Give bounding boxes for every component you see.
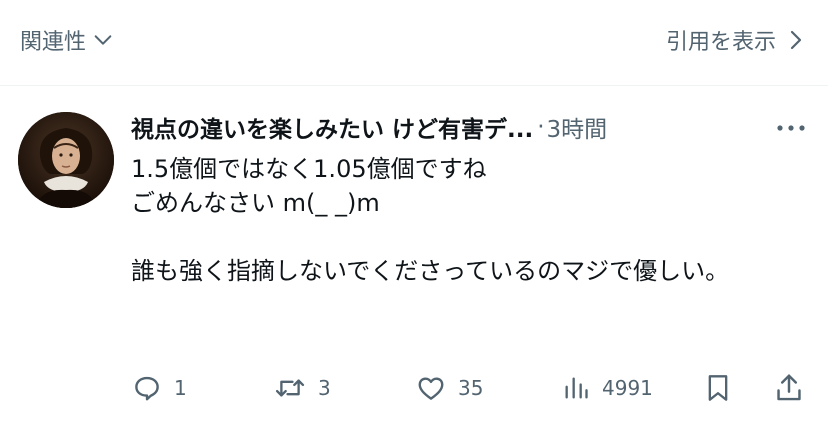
chevron-right-icon <box>790 30 802 50</box>
views-button[interactable]: 4991 <box>562 368 653 408</box>
tweet-actions: 1 3 35 4991 <box>0 368 828 408</box>
reply-count: 1 <box>174 376 187 400</box>
header-separator: · <box>537 114 545 140</box>
view-quotes-label: 引用を表示 <box>665 30 776 55</box>
sort-label: 関連性 <box>20 30 87 55</box>
more-dots-icon <box>777 125 805 131</box>
share-button[interactable] <box>774 368 804 408</box>
bookmark-icon <box>708 375 728 401</box>
like-button[interactable]: 35 <box>416 368 483 408</box>
tweet-text: 1.5億個ではなく1.05億個ですね ごめんなさい m(_ _)m 誰も強く指摘… <box>131 155 730 285</box>
tweet-header: 視点の違いを楽しみたい けど有害デ... · 3時間 <box>131 108 811 146</box>
bookmark-button[interactable] <box>704 368 732 408</box>
chevron-down-icon <box>94 35 112 45</box>
sort-relevance-dropdown[interactable]: 関連性 <box>20 22 114 58</box>
avatar[interactable] <box>18 112 114 208</box>
views-chart-icon <box>565 377 588 399</box>
retweet-count: 3 <box>318 376 331 400</box>
heart-icon <box>418 377 444 400</box>
display-name[interactable]: 視点の違いを楽しみたい けど有害デ... <box>131 110 533 144</box>
retweet-button[interactable]: 3 <box>274 368 331 408</box>
view-quotes-link[interactable]: 引用を表示 <box>666 22 806 58</box>
tweet-timestamp[interactable]: 3時間 <box>547 110 608 144</box>
top-bar: 関連性 引用を表示 <box>0 0 828 86</box>
share-icon <box>777 374 801 401</box>
portrait-avatar-image <box>18 112 114 208</box>
retweet-icon <box>275 379 305 397</box>
views-count: 4991 <box>602 376 653 400</box>
reply-icon <box>135 376 159 401</box>
reply-button[interactable]: 1 <box>132 368 187 408</box>
more-options-button[interactable] <box>774 116 808 140</box>
like-count: 35 <box>458 376 484 400</box>
